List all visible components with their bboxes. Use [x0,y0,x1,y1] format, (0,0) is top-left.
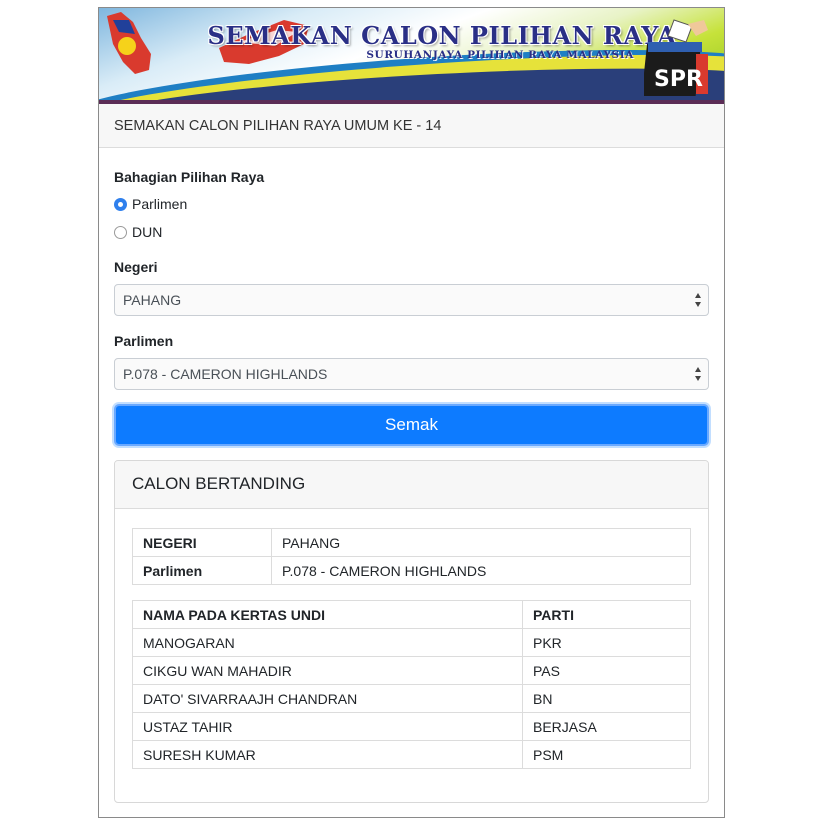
info-key: Parlimen [132,556,272,585]
negeri-select[interactable]: PAHANG [114,284,709,316]
result-card-title: CALON BERTANDING [115,461,708,509]
info-key: NEGERI [132,528,272,557]
select-arrows-icon [695,367,701,381]
table-row: NEGERI PAHANG [132,528,691,557]
banner: SEMAKAN CALON PILIHAN RAYA SURUHANJAYA P… [99,8,724,100]
negeri-select-value: PAHANG [123,292,182,308]
page-title: SEMAKAN CALON PILIHAN RAYA UMUM KE - 14 [99,104,724,148]
negeri-label: Negeri [114,259,158,275]
table-row: CIKGU WAN MAHADIR PAS [132,656,691,685]
candidate-party: BN [522,684,691,713]
bahagian-label: Bahagian Pilihan Raya [114,169,265,185]
result-card: CALON BERTANDING NEGERI PAHANG Parlimen … [114,460,709,803]
table-row: DATO' SIVARRAAJH CHANDRAN BN [132,684,691,713]
column-header-name: NAMA PADA KERTAS UNDI [132,600,523,629]
parlimen-select[interactable]: P.078 - CAMERON HIGHLANDS [114,358,709,390]
radio-dun-label: DUN [132,224,163,240]
candidate-party: PSM [522,740,691,769]
radio-parlimen[interactable]: Parlimen [114,196,187,212]
parlimen-select-value: P.078 - CAMERON HIGHLANDS [123,366,328,382]
info-value: P.078 - CAMERON HIGHLANDS [271,556,691,585]
candidate-party: PKR [522,628,691,657]
radio-dun[interactable]: DUN [114,224,162,240]
table-row: MANOGARAN PKR [132,628,691,657]
parlimen-label: Parlimen [114,333,174,349]
table-row: USTAZ TAHIR BERJASA [132,712,691,741]
page-frame: SEMAKAN CALON PILIHAN RAYA SURUHANJAYA P… [98,7,725,818]
radio-parlimen-label: Parlimen [132,196,188,212]
banner-subtitle: SURUHANJAYA PILIHAN RAYA MALAYSIA [366,49,634,61]
column-header-party: PARTI [522,600,691,629]
radio-unchecked-icon[interactable] [114,225,127,239]
info-value: PAHANG [271,528,691,557]
candidate-name: USTAZ TAHIR [132,712,523,741]
info-table: NEGERI PAHANG Parlimen P.078 - CAMERON H… [132,528,691,585]
spr-logo: SPR [644,19,708,96]
radio-checked-icon[interactable] [114,197,127,211]
table-row: SURESH KUMAR PSM [132,740,691,769]
table-header-row: NAMA PADA KERTAS UNDI PARTI [132,600,691,629]
candidate-name: DATO' SIVARRAAJH CHANDRAN [132,684,523,713]
candidate-party: PAS [522,656,691,685]
banner-title: SEMAKAN CALON PILIHAN RAYA [207,21,677,50]
candidate-name: CIKGU WAN MAHADIR [132,656,523,685]
candidate-name: MANOGARAN [132,628,523,657]
semak-button[interactable]: Semak [114,404,709,446]
candidates-table: NAMA PADA KERTAS UNDI PARTI MANOGARAN PK… [132,600,691,769]
svg-text:SPR: SPR [654,67,703,92]
table-row: Parlimen P.078 - CAMERON HIGHLANDS [132,556,691,585]
select-arrows-icon [695,293,701,307]
candidate-party: BERJASA [522,712,691,741]
candidate-name: SURESH KUMAR [132,740,523,769]
